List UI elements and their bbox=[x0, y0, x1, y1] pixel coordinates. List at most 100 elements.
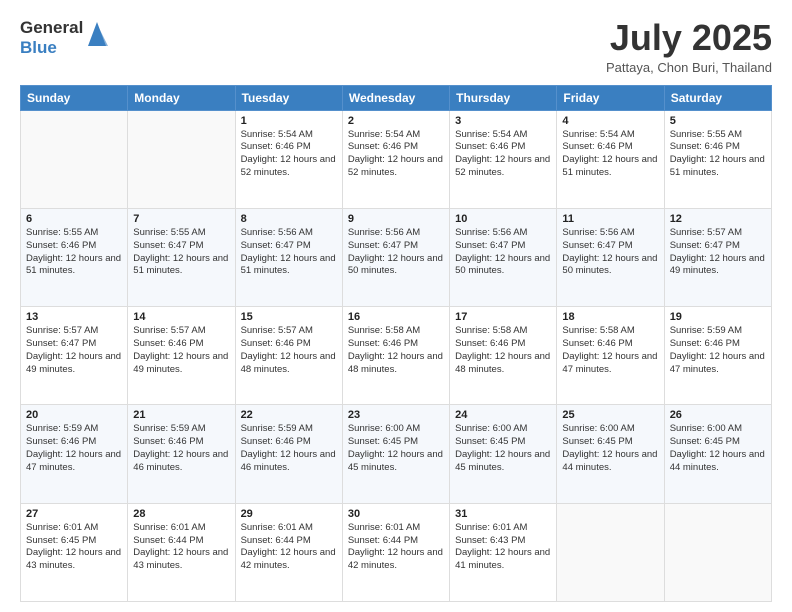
calendar-cell: 29 Sunrise: 6:01 AMSunset: 6:44 PMDayligh… bbox=[235, 503, 342, 601]
calendar-cell: 21 Sunrise: 5:59 AMSunset: 6:46 PMDayligh… bbox=[128, 405, 235, 503]
day-number: 26 bbox=[670, 409, 766, 421]
calendar-table: SundayMondayTuesdayWednesdayThursdayFrid… bbox=[20, 85, 772, 602]
logo-line2: Blue bbox=[20, 38, 57, 58]
day-number: 9 bbox=[348, 213, 444, 225]
cell-info: Sunrise: 5:55 AMSunset: 6:46 PMDaylight:… bbox=[26, 227, 122, 278]
calendar-cell: 20 Sunrise: 5:59 AMSunset: 6:46 PMDayligh… bbox=[21, 405, 128, 503]
day-number: 30 bbox=[348, 508, 444, 520]
calendar-cell bbox=[557, 503, 664, 601]
calendar-cell: 18 Sunrise: 5:58 AMSunset: 6:46 PMDayligh… bbox=[557, 307, 664, 405]
cell-info: Sunrise: 6:01 AMSunset: 6:45 PMDaylight:… bbox=[26, 522, 122, 573]
calendar-cell: 14 Sunrise: 5:57 AMSunset: 6:46 PMDayligh… bbox=[128, 307, 235, 405]
calendar-cell: 5Sunrise: 5:55 AMSunset: 6:46 PMDaylight… bbox=[664, 110, 771, 208]
cell-info: Sunrise: 5:58 AMSunset: 6:46 PMDaylight:… bbox=[562, 325, 658, 376]
calendar-cell: 2Sunrise: 5:54 AMSunset: 6:46 PMDaylight… bbox=[342, 110, 449, 208]
day-number: 25 bbox=[562, 409, 658, 421]
calendar-cell: 26 Sunrise: 6:00 AMSunset: 6:45 PMDayligh… bbox=[664, 405, 771, 503]
cell-info: Sunrise: 5:57 AMSunset: 6:46 PMDaylight:… bbox=[133, 325, 229, 376]
day-number: 17 bbox=[455, 311, 551, 323]
day-number: 24 bbox=[455, 409, 551, 421]
cell-info: Sunrise: 5:58 AMSunset: 6:46 PMDaylight:… bbox=[348, 325, 444, 376]
day-number: 28 bbox=[133, 508, 229, 520]
day-number: 16 bbox=[348, 311, 444, 323]
day-number: 21 bbox=[133, 409, 229, 421]
cell-info: Sunrise: 5:56 AMSunset: 6:47 PMDaylight:… bbox=[455, 227, 551, 278]
day-number: 10 bbox=[455, 213, 551, 225]
logo-line1: General bbox=[20, 18, 83, 38]
calendar-header-row: SundayMondayTuesdayWednesdayThursdayFrid… bbox=[21, 85, 772, 110]
day-number: 27 bbox=[26, 508, 122, 520]
header: General Blue July 2025 Pattaya, Chon Bur… bbox=[20, 18, 772, 75]
calendar-day-header: Saturday bbox=[664, 85, 771, 110]
calendar-cell: 27 Sunrise: 6:01 AMSunset: 6:45 PMDayligh… bbox=[21, 503, 128, 601]
calendar-day-header: Monday bbox=[128, 85, 235, 110]
cell-info: Sunrise: 5:54 AMSunset: 6:46 PMDaylight:… bbox=[562, 129, 658, 180]
day-number: 1 bbox=[241, 115, 337, 127]
calendar-week-row: 27 Sunrise: 6:01 AMSunset: 6:45 PMDayligh… bbox=[21, 503, 772, 601]
cell-info: Sunrise: 6:00 AMSunset: 6:45 PMDaylight:… bbox=[455, 423, 551, 474]
day-number: 14 bbox=[133, 311, 229, 323]
calendar-day-header: Sunday bbox=[21, 85, 128, 110]
calendar-cell: 16 Sunrise: 5:58 AMSunset: 6:46 PMDayligh… bbox=[342, 307, 449, 405]
page: General Blue July 2025 Pattaya, Chon Bur… bbox=[0, 0, 792, 612]
calendar-cell: 23 Sunrise: 6:00 AMSunset: 6:45 PMDayligh… bbox=[342, 405, 449, 503]
cell-info: Sunrise: 6:00 AMSunset: 6:45 PMDaylight:… bbox=[670, 423, 766, 474]
cell-info: Sunrise: 5:56 AMSunset: 6:47 PMDaylight:… bbox=[241, 227, 337, 278]
day-number: 13 bbox=[26, 311, 122, 323]
day-number: 8 bbox=[241, 213, 337, 225]
day-number: 3 bbox=[455, 115, 551, 127]
calendar-cell: 11 Sunrise: 5:56 AMSunset: 6:47 PMDayligh… bbox=[557, 208, 664, 306]
cell-info: Sunrise: 6:01 AMSunset: 6:44 PMDaylight:… bbox=[241, 522, 337, 573]
day-number: 29 bbox=[241, 508, 337, 520]
calendar-cell: 22Sunrise: 5:59 AMSunset: 6:46 PMDayligh… bbox=[235, 405, 342, 503]
calendar-cell: 30Sunrise: 6:01 AMSunset: 6:44 PMDayligh… bbox=[342, 503, 449, 601]
calendar-cell: 31 Sunrise: 6:01 AMSunset: 6:43 PMDayligh… bbox=[450, 503, 557, 601]
calendar-cell: 25 Sunrise: 6:00 AMSunset: 6:45 PMDayligh… bbox=[557, 405, 664, 503]
calendar-cell: 13Sunrise: 5:57 AMSunset: 6:47 PMDayligh… bbox=[21, 307, 128, 405]
day-number: 19 bbox=[670, 311, 766, 323]
day-number: 5 bbox=[670, 115, 766, 127]
cell-info: Sunrise: 5:59 AMSunset: 6:46 PMDaylight:… bbox=[241, 423, 337, 474]
calendar-week-row: 20 Sunrise: 5:59 AMSunset: 6:46 PMDayligh… bbox=[21, 405, 772, 503]
day-number: 11 bbox=[562, 213, 658, 225]
cell-info: Sunrise: 5:59 AMSunset: 6:46 PMDaylight:… bbox=[670, 325, 766, 376]
cell-info: Sunrise: 6:01 AMSunset: 6:44 PMDaylight:… bbox=[133, 522, 229, 573]
cell-info: Sunrise: 5:54 AMSunset: 6:46 PMDaylight:… bbox=[455, 129, 551, 180]
cell-info: Sunrise: 6:01 AMSunset: 6:43 PMDaylight:… bbox=[455, 522, 551, 573]
calendar-day-header: Tuesday bbox=[235, 85, 342, 110]
location: Pattaya, Chon Buri, Thailand bbox=[606, 60, 772, 75]
cell-info: Sunrise: 5:54 AMSunset: 6:46 PMDaylight:… bbox=[348, 129, 444, 180]
day-number: 15 bbox=[241, 311, 337, 323]
calendar-cell: 19 Sunrise: 5:59 AMSunset: 6:46 PMDayligh… bbox=[664, 307, 771, 405]
cell-info: Sunrise: 5:57 AMSunset: 6:47 PMDaylight:… bbox=[670, 227, 766, 278]
cell-info: Sunrise: 5:55 AMSunset: 6:47 PMDaylight:… bbox=[133, 227, 229, 278]
calendar-cell: 28 Sunrise: 6:01 AMSunset: 6:44 PMDayligh… bbox=[128, 503, 235, 601]
cell-info: Sunrise: 6:00 AMSunset: 6:45 PMDaylight:… bbox=[562, 423, 658, 474]
calendar-cell bbox=[21, 110, 128, 208]
cell-info: Sunrise: 5:56 AMSunset: 6:47 PMDaylight:… bbox=[562, 227, 658, 278]
calendar-cell bbox=[664, 503, 771, 601]
logo: General Blue bbox=[20, 18, 108, 57]
day-number: 23 bbox=[348, 409, 444, 421]
calendar-day-header: Wednesday bbox=[342, 85, 449, 110]
day-number: 31 bbox=[455, 508, 551, 520]
cell-info: Sunrise: 5:54 AMSunset: 6:46 PMDaylight:… bbox=[241, 129, 337, 180]
day-number: 7 bbox=[133, 213, 229, 225]
cell-info: Sunrise: 6:00 AMSunset: 6:45 PMDaylight:… bbox=[348, 423, 444, 474]
calendar-cell bbox=[128, 110, 235, 208]
logo-sail-icon bbox=[86, 20, 108, 48]
calendar-cell: 15 Sunrise: 5:57 AMSunset: 6:46 PMDayligh… bbox=[235, 307, 342, 405]
calendar-cell: 17Sunrise: 5:58 AMSunset: 6:46 PMDayligh… bbox=[450, 307, 557, 405]
calendar-cell: 10 Sunrise: 5:56 AMSunset: 6:47 PMDayligh… bbox=[450, 208, 557, 306]
calendar-week-row: 13Sunrise: 5:57 AMSunset: 6:47 PMDayligh… bbox=[21, 307, 772, 405]
title-block: July 2025 Pattaya, Chon Buri, Thailand bbox=[606, 18, 772, 75]
calendar-cell: 3 Sunrise: 5:54 AMSunset: 6:46 PMDaylight… bbox=[450, 110, 557, 208]
cell-info: Sunrise: 5:57 AMSunset: 6:46 PMDaylight:… bbox=[241, 325, 337, 376]
cell-info: Sunrise: 5:59 AMSunset: 6:46 PMDaylight:… bbox=[26, 423, 122, 474]
day-number: 12 bbox=[670, 213, 766, 225]
cell-info: Sunrise: 5:59 AMSunset: 6:46 PMDaylight:… bbox=[133, 423, 229, 474]
calendar-day-header: Friday bbox=[557, 85, 664, 110]
calendar-week-row: 6Sunrise: 5:55 AMSunset: 6:46 PMDaylight… bbox=[21, 208, 772, 306]
day-number: 20 bbox=[26, 409, 122, 421]
day-number: 18 bbox=[562, 311, 658, 323]
